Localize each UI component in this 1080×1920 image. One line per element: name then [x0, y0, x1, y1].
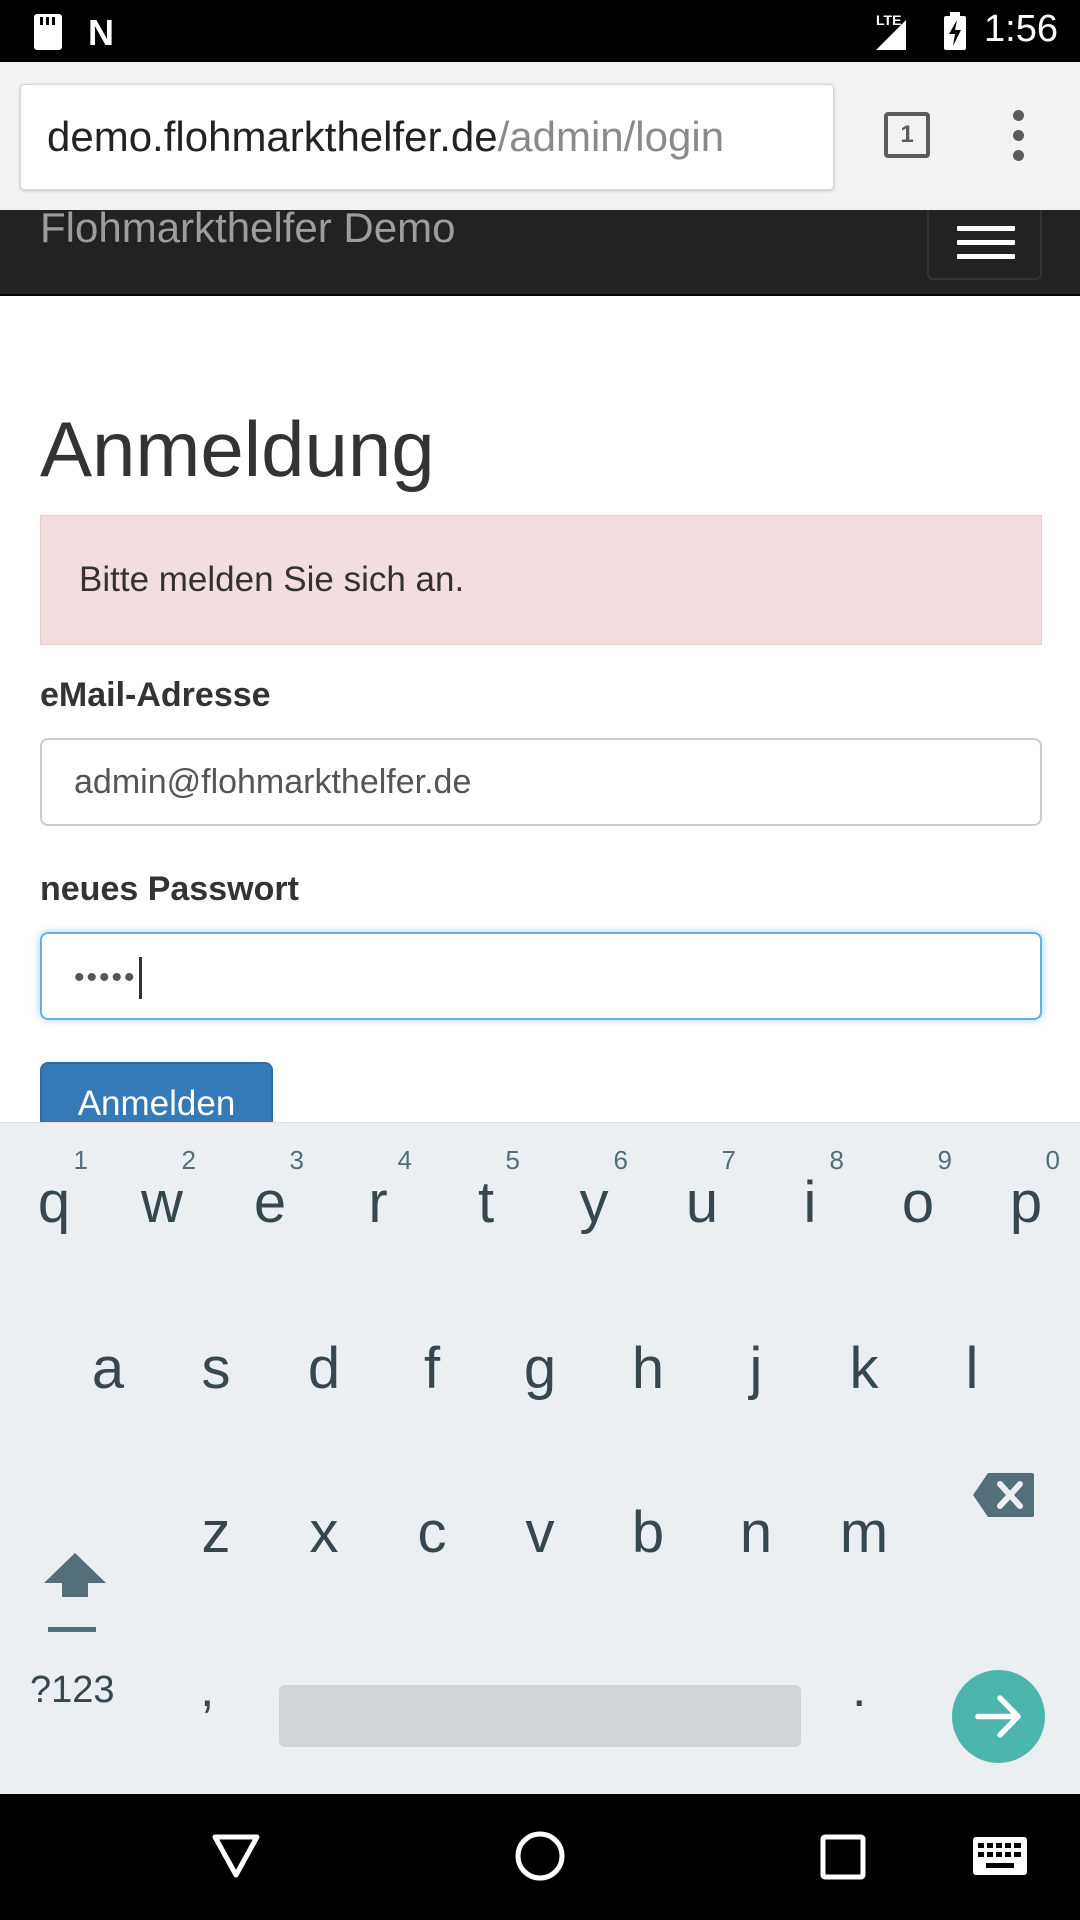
key-label: j — [749, 1336, 763, 1401]
key-q[interactable]: 1q — [0, 1123, 108, 1287]
more-vert-icon[interactable] — [1002, 108, 1036, 164]
hamburger-icon[interactable] — [927, 210, 1042, 280]
sd-card-icon — [34, 14, 62, 50]
key-s[interactable]: s — [162, 1287, 270, 1451]
period-key[interactable]: . — [852, 1659, 866, 1719]
navbar-brand[interactable]: Flohmarkthelfer Demo — [40, 210, 455, 252]
battery-charging-icon — [944, 12, 966, 50]
key-k[interactable]: k — [810, 1287, 918, 1451]
key-label: o — [901, 1170, 935, 1235]
key-y[interactable]: 6y — [540, 1123, 648, 1287]
key-r[interactable]: 4r — [324, 1123, 432, 1287]
home-circle-icon[interactable] — [514, 1830, 566, 1882]
keyboard-row-3: zxcvbnm — [0, 1451, 1080, 1632]
key-label: c — [417, 1500, 447, 1565]
key-d[interactable]: d — [270, 1287, 378, 1451]
key-x[interactable]: x — [270, 1451, 378, 1615]
keyboard-row-1: 1q2w3e4r5t6y7u8i9o0p — [0, 1123, 1080, 1287]
key-label: e — [253, 1170, 287, 1235]
key-label: w — [141, 1170, 183, 1235]
key-label: k — [849, 1336, 879, 1401]
key-m[interactable]: m — [810, 1451, 918, 1615]
key-u[interactable]: 7u — [648, 1123, 756, 1287]
key-n[interactable]: n — [702, 1451, 810, 1615]
key-o[interactable]: 9o — [864, 1123, 972, 1287]
system-nav-bar — [0, 1794, 1080, 1920]
url-field[interactable]: demo.flohmarkthelfer.de/admin/login — [20, 84, 834, 190]
status-bar: N LTE 1:56 — [0, 0, 1080, 62]
key-label: i — [803, 1170, 817, 1235]
key-b[interactable]: b — [594, 1451, 702, 1615]
key-label: v — [525, 1500, 555, 1565]
alert-message: Bitte melden Sie sich an. — [40, 515, 1042, 645]
key-label: x — [309, 1500, 339, 1565]
comma-key[interactable]: , — [200, 1659, 214, 1719]
browser-toolbar: demo.flohmarkthelfer.de/admin/login 1 — [0, 62, 1080, 210]
email-value: admin@flohmarkthelfer.de — [74, 763, 472, 801]
tab-switcher-icon[interactable]: 1 — [884, 112, 930, 158]
key-i[interactable]: 8i — [756, 1123, 864, 1287]
key-label: s — [201, 1336, 231, 1401]
key-l[interactable]: l — [918, 1287, 1026, 1451]
keyboard-row-2: asdfghjkl — [0, 1287, 1080, 1451]
key-label: g — [523, 1336, 557, 1401]
key-label: n — [739, 1500, 773, 1565]
key-label: l — [965, 1336, 979, 1401]
email-field[interactable]: admin@flohmarkthelfer.de — [40, 738, 1042, 826]
n-notification-icon: N — [88, 12, 114, 53]
key-label: z — [201, 1500, 231, 1565]
url-path: /admin/login — [497, 113, 725, 160]
recents-square-icon[interactable] — [820, 1834, 866, 1880]
key-label: u — [685, 1170, 719, 1235]
url-host: demo.flohmarkthelfer.de — [47, 113, 498, 160]
key-label: t — [477, 1170, 495, 1235]
key-label: y — [579, 1170, 609, 1235]
keyboard-row-4: ?123 , . — [0, 1639, 1080, 1795]
site-navbar: Flohmarkthelfer Demo — [0, 210, 1080, 296]
key-h[interactable]: h — [594, 1287, 702, 1451]
key-v[interactable]: v — [486, 1451, 594, 1615]
login-button[interactable]: Anmelden — [40, 1062, 273, 1124]
key-f[interactable]: f — [378, 1287, 486, 1451]
key-label: h — [631, 1336, 665, 1401]
key-j[interactable]: j — [702, 1287, 810, 1451]
key-w[interactable]: 2w — [108, 1123, 216, 1287]
key-p[interactable]: 0p — [972, 1123, 1080, 1287]
backspace-icon[interactable] — [972, 1471, 1036, 1519]
tab-count: 1 — [900, 121, 914, 148]
key-label: r — [368, 1170, 388, 1235]
shift-icon[interactable] — [20, 1287, 128, 1632]
keyboard-icon[interactable] — [972, 1836, 1028, 1876]
password-value: ••••• — [74, 961, 137, 995]
symbols-key[interactable]: ?123 — [30, 1669, 115, 1712]
key-t[interactable]: 5t — [432, 1123, 540, 1287]
page-title: Anmeldung — [40, 405, 435, 493]
key-e[interactable]: 3e — [216, 1123, 324, 1287]
key-label: f — [423, 1336, 441, 1401]
clock: 1:56 — [984, 8, 1058, 50]
key-g[interactable]: g — [486, 1287, 594, 1451]
network-type: LTE — [876, 12, 902, 28]
password-field[interactable]: ••••• — [40, 932, 1042, 1020]
key-label: b — [631, 1500, 665, 1565]
key-c[interactable]: c — [378, 1451, 486, 1615]
key-label: p — [1009, 1170, 1043, 1235]
password-label: neues Passwort — [40, 870, 299, 908]
back-triangle-icon[interactable] — [212, 1834, 260, 1878]
key-label: d — [307, 1336, 341, 1401]
arrow-right-icon[interactable] — [952, 1670, 1045, 1763]
email-label: eMail-Adresse — [40, 676, 271, 714]
text-caret — [138, 957, 142, 1000]
key-label: m — [839, 1500, 889, 1565]
key-z[interactable]: z — [162, 1451, 270, 1615]
space-key[interactable] — [279, 1685, 801, 1747]
key-label: q — [37, 1170, 71, 1235]
soft-keyboard: 1q2w3e4r5t6y7u8i9o0p asdfghjkl zxcvbnm ?… — [0, 1122, 1080, 1794]
